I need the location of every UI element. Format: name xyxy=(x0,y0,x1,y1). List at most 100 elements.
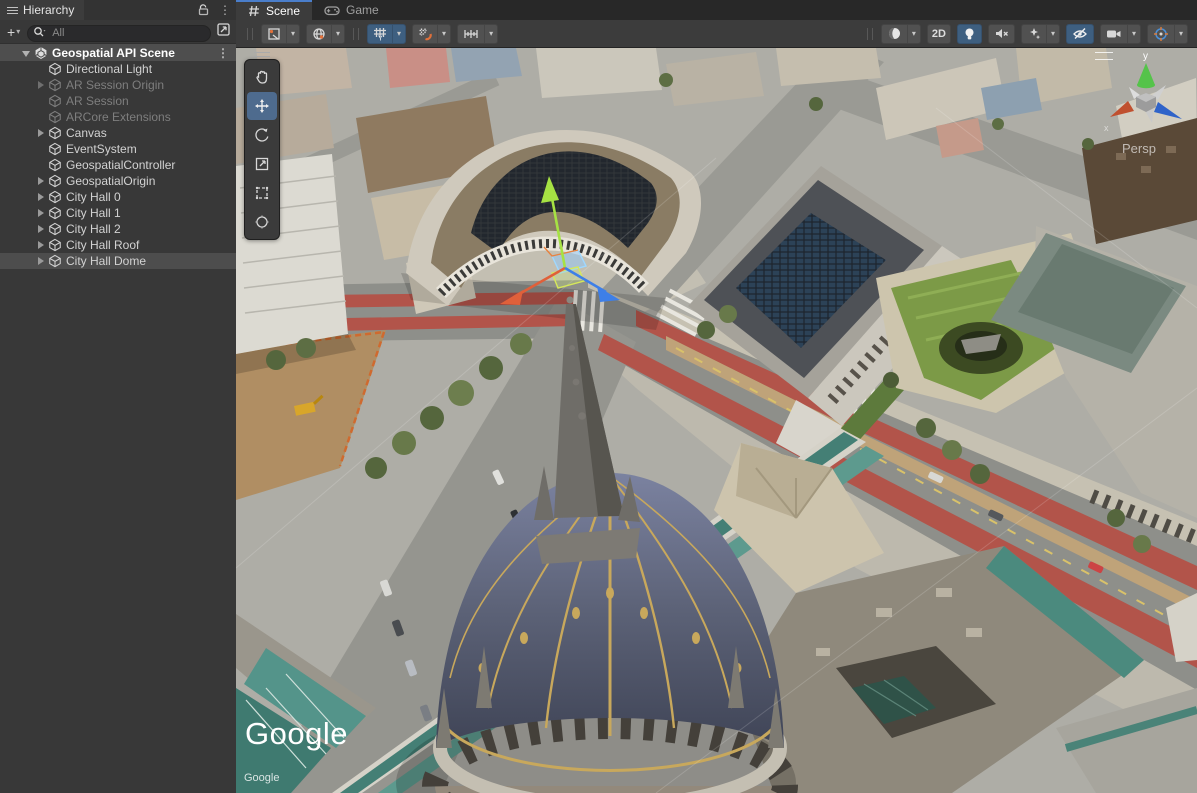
unity-editor-window: Hierarchy ⋮ +▾ Geospatial xyxy=(0,0,1197,793)
hierarchy-search-input[interactable] xyxy=(27,25,211,42)
rotate-tool[interactable] xyxy=(247,121,277,149)
gameobject-icon xyxy=(48,110,62,124)
hierarchy-item[interactable]: AR Session xyxy=(0,93,236,109)
chevron-down-icon: ▾ xyxy=(484,25,497,43)
hierarchy-item[interactable]: Canvas xyxy=(0,125,236,141)
scale-tool[interactable] xyxy=(247,150,277,178)
hierarchy-item[interactable]: EventSystem xyxy=(0,141,236,157)
foldout-closed-icon[interactable] xyxy=(36,192,46,202)
toolbar-drag-handle[interactable] xyxy=(247,28,253,40)
hierarchy-search-row: +▾ xyxy=(0,20,236,44)
pivot-icon xyxy=(267,27,281,41)
rect-tool[interactable] xyxy=(247,179,277,207)
move-tool[interactable] xyxy=(247,92,277,120)
overlay-drag-handle[interactable] xyxy=(254,52,270,57)
lighting-toggle-button[interactable] xyxy=(957,24,982,44)
view-hand-tool[interactable] xyxy=(247,63,277,91)
foldout-closed-icon[interactable] xyxy=(36,176,46,186)
search-in-window-icon[interactable] xyxy=(215,23,232,41)
chevron-down-icon: ▾ xyxy=(907,25,920,43)
eye-slash-icon xyxy=(1072,27,1088,40)
scene-kebab-menu[interactable]: ⋮ xyxy=(217,47,236,59)
grid-visibility-button[interactable]: Y ▾ xyxy=(367,24,406,44)
panel-menu-icon xyxy=(7,7,18,14)
scene-3d-render[interactable] xyxy=(236,48,1197,793)
svg-text:Y: Y xyxy=(378,35,383,41)
gameobject-icon xyxy=(48,254,62,268)
hierarchy-item[interactable]: City Hall 0 xyxy=(0,189,236,205)
tab-scene[interactable]: Scene xyxy=(236,0,312,20)
transform-tool[interactable] xyxy=(247,208,277,236)
camera-settings-button[interactable]: ▾ xyxy=(1100,24,1141,44)
scene-visibility-button[interactable] xyxy=(1066,24,1094,44)
foldout-closed-icon[interactable] xyxy=(36,128,46,138)
toolbar-drag-handle[interactable] xyxy=(353,28,359,40)
projection-label[interactable]: Persp xyxy=(1122,141,1156,156)
scene-header-row[interactable]: Geospatial API Scene ⋮ xyxy=(0,44,236,61)
axis-cone-x[interactable] xyxy=(1110,101,1134,117)
chevron-down-icon: ▾ xyxy=(331,25,344,43)
shaded-sphere-icon xyxy=(887,26,902,41)
grid-snapping-button[interactable]: ▾ xyxy=(457,24,498,44)
hierarchy-kebab-menu[interactable]: ⋮ xyxy=(214,0,236,20)
axis-x-label: x xyxy=(1104,123,1109,133)
chevron-down-icon: ▾ xyxy=(1046,25,1059,43)
hierarchy-item[interactable]: City Hall 2 xyxy=(0,221,236,237)
foldout-closed-icon[interactable] xyxy=(36,224,46,234)
google-watermark: Google xyxy=(245,716,348,752)
hierarchy-item[interactable]: City Hall Roof xyxy=(0,237,236,253)
scene-name: Geospatial API Scene xyxy=(52,46,175,60)
2d-toggle-button[interactable]: 2D xyxy=(927,24,951,44)
gameobject-icon xyxy=(48,142,62,156)
hierarchy-item[interactable]: GeospatialController xyxy=(0,157,236,173)
axis-cone-z[interactable] xyxy=(1154,102,1182,119)
hierarchy-header: Hierarchy ⋮ xyxy=(0,0,236,20)
view-tab-bar: Scene Game xyxy=(236,0,1197,20)
snap-increment-button[interactable]: ▾ xyxy=(412,24,451,44)
chevron-down-icon: ▾ xyxy=(16,27,20,36)
gameobject-icon xyxy=(48,126,62,140)
global-local-button[interactable]: ▾ xyxy=(306,24,345,44)
gamepad-icon xyxy=(324,5,340,16)
tool-settings-button[interactable]: ▾ xyxy=(261,24,300,44)
axis-cone-y[interactable] xyxy=(1137,63,1155,85)
globe-icon xyxy=(312,27,326,41)
grid-axis-icon: Y xyxy=(373,27,387,41)
foldout-closed-icon[interactable] xyxy=(36,256,46,266)
gameobject-icon xyxy=(48,174,62,188)
hierarchy-item[interactable]: GeospatialOrigin xyxy=(0,173,236,189)
audio-muted-icon xyxy=(994,27,1009,40)
shading-mode-button[interactable]: ▾ xyxy=(881,24,921,44)
scene-viewport[interactable]: y x Persp Google Google xyxy=(236,48,1197,793)
gameobject-icon xyxy=(48,94,62,108)
effects-toggle-button[interactable]: ▾ xyxy=(1021,24,1060,44)
hierarchy-item[interactable]: ARCore Extensions xyxy=(0,109,236,125)
create-object-button[interactable]: +▾ xyxy=(4,24,23,40)
foldout-closed-icon[interactable] xyxy=(36,208,46,218)
gizmos-button[interactable]: ▾ xyxy=(1147,24,1188,44)
tab-game[interactable]: Game xyxy=(312,0,391,20)
hierarchy-tree: Geospatial API Scene ⋮ Directional Light… xyxy=(0,44,236,269)
foldout-open-icon[interactable] xyxy=(22,48,32,58)
chevron-down-icon: ▾ xyxy=(1174,25,1187,43)
hierarchy-item-selected[interactable]: City Hall Dome xyxy=(0,253,236,269)
hierarchy-item[interactable]: Directional Light xyxy=(0,61,236,77)
foldout-closed-icon[interactable] xyxy=(36,80,46,90)
foldout-closed-icon[interactable] xyxy=(36,240,46,250)
camera-icon xyxy=(1106,28,1122,40)
gizmo-sphere-icon xyxy=(1153,26,1169,42)
orientation-gizmo: y x xyxy=(1096,49,1196,149)
gameobject-icon xyxy=(48,158,62,172)
audio-toggle-button[interactable] xyxy=(988,24,1015,44)
tab-hierarchy[interactable]: Hierarchy xyxy=(0,0,84,20)
chevron-down-icon: ▾ xyxy=(392,25,405,43)
lock-icon[interactable] xyxy=(193,0,214,20)
chevron-down-icon: ▾ xyxy=(286,25,299,43)
gameobject-icon xyxy=(48,190,62,204)
tool-palette xyxy=(244,52,280,240)
snap-ruler-icon xyxy=(463,27,479,41)
toolbar-drag-handle[interactable] xyxy=(867,28,873,40)
hierarchy-item[interactable]: AR Session Origin xyxy=(0,77,236,93)
gameobject-icon xyxy=(48,78,62,92)
hierarchy-item[interactable]: City Hall 1 xyxy=(0,205,236,221)
